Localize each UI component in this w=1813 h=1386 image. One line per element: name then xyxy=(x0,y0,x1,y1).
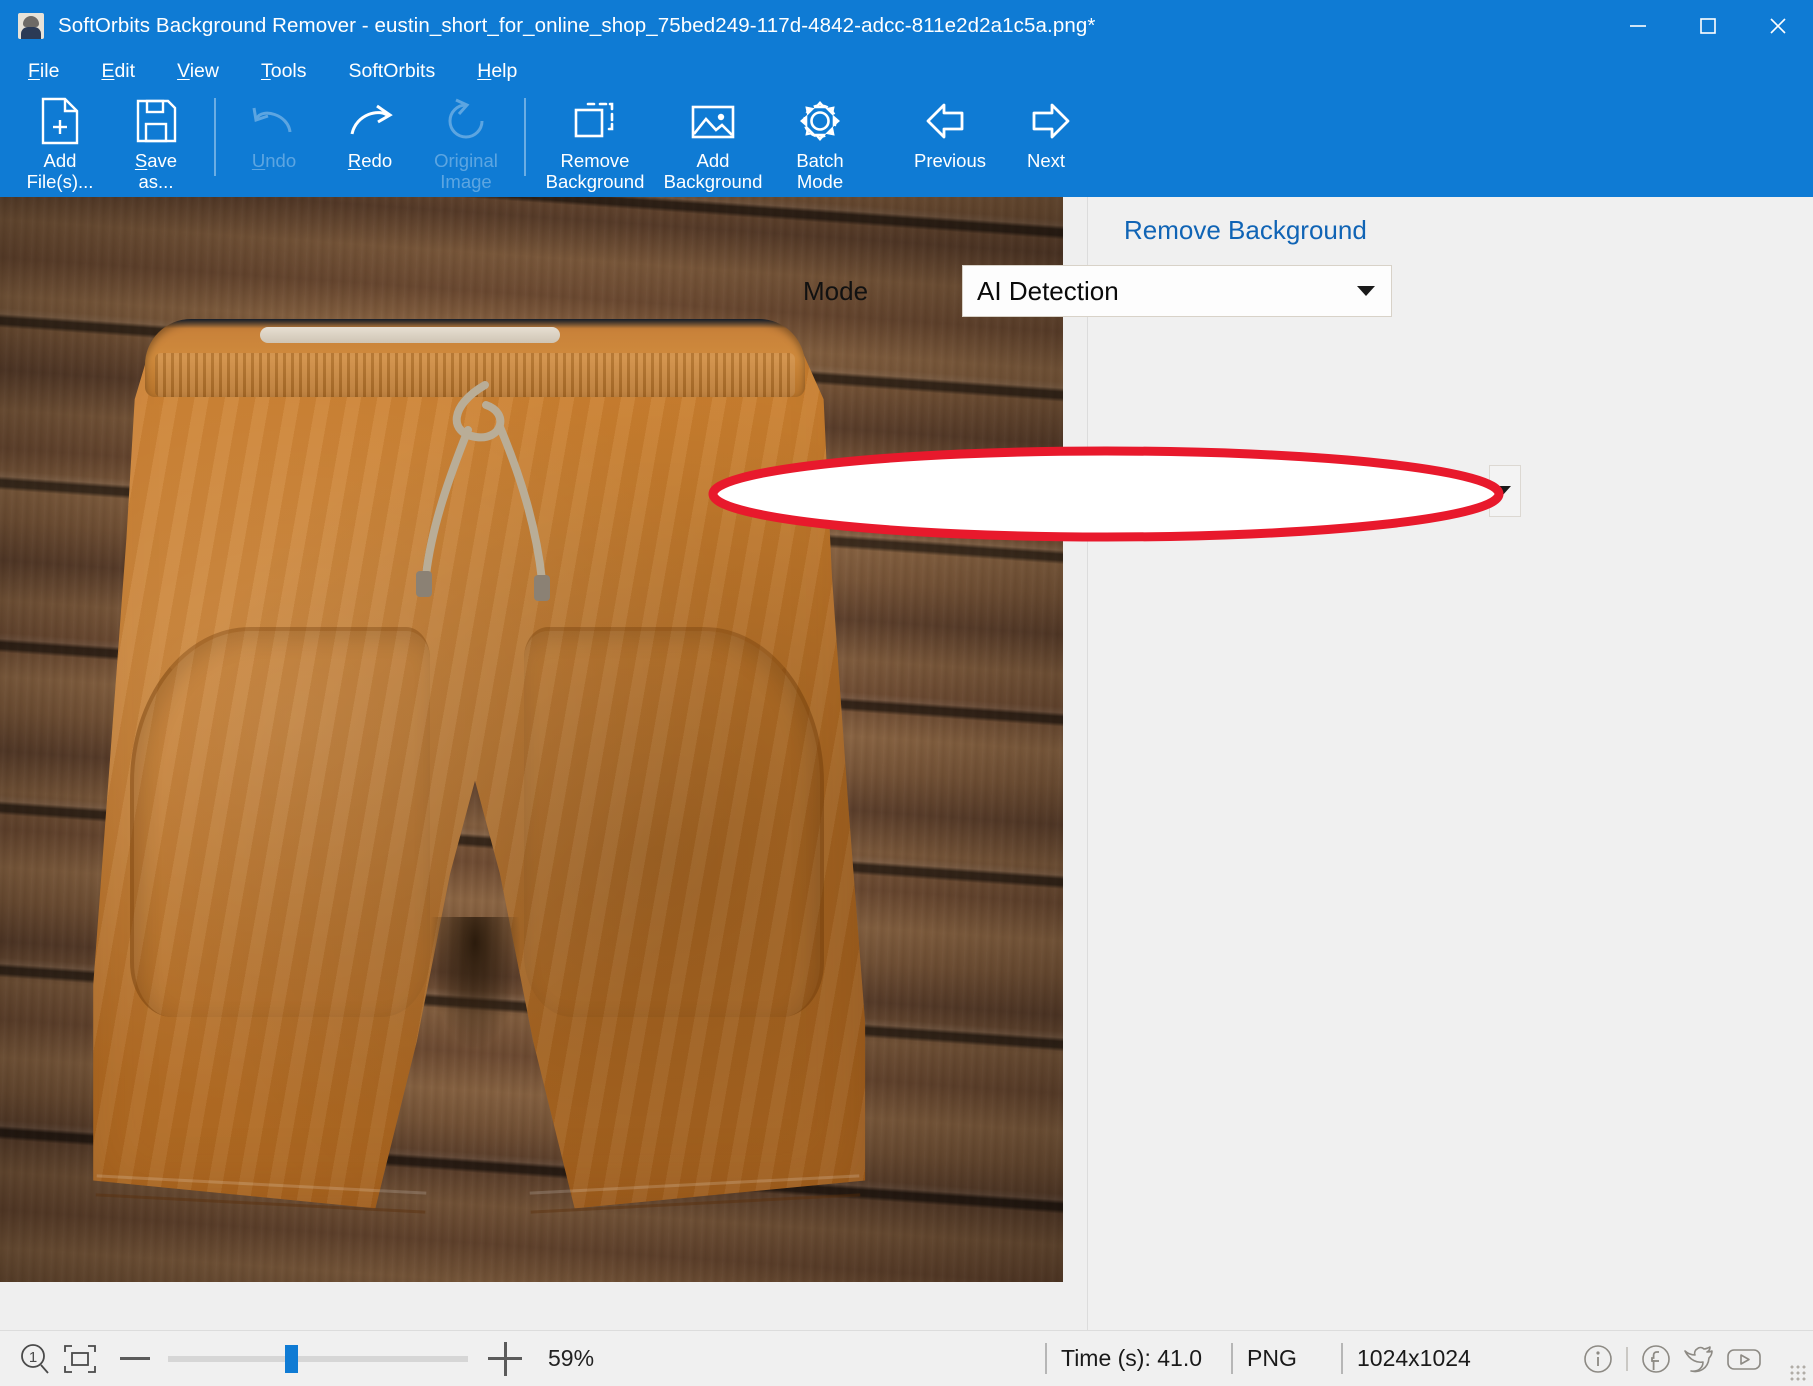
shorts-waistband-liner xyxy=(260,327,560,343)
toolbar-previous-label: Previous xyxy=(914,150,986,171)
application-window: SoftOrbits Background Remover - eustin_s… xyxy=(0,0,1813,1386)
toolbar-next-label: Next xyxy=(1027,150,1065,171)
toolbar-batch-mode[interactable]: Batch Mode xyxy=(772,90,868,192)
toolbar-separator-1 xyxy=(214,98,216,176)
toolbar-original-image: Original Image xyxy=(418,90,514,192)
toolbar-save-as[interactable]: Saveas... xyxy=(108,90,204,192)
shorts-drawstring xyxy=(390,375,600,605)
toolbar-add-files[interactable]: Add File(s)... xyxy=(12,90,108,192)
zoom-out-button[interactable] xyxy=(120,1357,150,1360)
zoom-1-to-1-icon[interactable]: 1 xyxy=(18,1342,52,1376)
undo-icon xyxy=(248,96,300,146)
tool-panel: Remove Background Mode AI Detection xyxy=(1087,197,1813,1330)
twitter-icon[interactable] xyxy=(1677,1342,1721,1376)
menu-item-help-rest: elp xyxy=(491,60,517,82)
toolbar-remove-background[interactable]: Remove Background xyxy=(536,90,654,192)
facebook-icon[interactable] xyxy=(1635,1342,1677,1376)
menu-item-file-rest: ile xyxy=(40,60,60,82)
canvas-right-margin xyxy=(1063,197,1087,1330)
close-button[interactable] xyxy=(1743,0,1813,52)
add-file-icon xyxy=(37,96,83,146)
window-title: SoftOrbits Background Remover - eustin_s… xyxy=(58,14,1095,38)
original-image-icon xyxy=(440,96,492,146)
toolbar-redo-label: Redo xyxy=(348,150,392,171)
menu-item-edit[interactable]: Edit xyxy=(97,58,139,85)
mode-dropdown[interactable]: AI Detection xyxy=(962,265,1392,317)
save-icon xyxy=(133,96,179,146)
svg-text:1: 1 xyxy=(29,1349,37,1366)
toolbar: Add File(s)... Saveas... Undo xyxy=(0,90,1813,197)
shorts-crotch-shadow xyxy=(430,917,520,1047)
toolbar-add-background[interactable]: Add Background xyxy=(654,90,772,192)
shorts-pocket-left xyxy=(130,627,430,1017)
toolbar-original-image-label: Original Image xyxy=(434,150,498,192)
menu-item-view-rest: iew xyxy=(190,60,219,82)
chevron-down-icon-secondary xyxy=(1493,486,1511,496)
toolbar-previous[interactable]: Previous xyxy=(902,90,998,171)
separator-icon xyxy=(1619,1344,1635,1374)
mode-row: Mode AI Detection xyxy=(803,265,1392,317)
mode-label: Mode xyxy=(803,276,868,307)
remove-background-icon xyxy=(570,96,620,146)
toolbar-next[interactable]: Next xyxy=(998,90,1094,171)
shorts-pocket-right xyxy=(524,627,824,1017)
menu-item-tools-rest: ools xyxy=(271,60,307,82)
mode-dropdown-secondary-arrow[interactable] xyxy=(1489,465,1521,517)
chevron-down-icon xyxy=(1357,286,1375,296)
redo-icon xyxy=(344,96,396,146)
toolbar-add-background-label: Add Background xyxy=(664,150,763,192)
toolbar-undo: Undo xyxy=(226,90,322,171)
zoom-percent-label: 59% xyxy=(548,1345,594,1372)
toolbar-remove-background-label: Remove Background xyxy=(546,150,645,192)
main-area: Remove Background Mode AI Detection xyxy=(0,197,1813,1330)
previous-arrow-icon xyxy=(922,96,978,146)
toolbar-save-as-label: Saveas... xyxy=(135,150,177,192)
status-bar: 1 59% Time (s): 41.0 PNG 1024x1024 xyxy=(0,1330,1813,1386)
add-background-icon xyxy=(688,96,738,146)
canvas-bottom-margin xyxy=(0,1282,1087,1330)
toolbar-add-files-label: Add File(s)... xyxy=(27,150,94,192)
info-icon[interactable] xyxy=(1577,1342,1619,1376)
status-fields: Time (s): 41.0 PNG 1024x1024 xyxy=(1045,1343,1541,1374)
zoom-in-button[interactable] xyxy=(488,1342,522,1376)
menu-item-help[interactable]: Help xyxy=(473,58,521,85)
toolbar-separator-2 xyxy=(524,98,526,176)
zoom-slider[interactable] xyxy=(168,1356,468,1362)
menu-item-view[interactable]: View xyxy=(173,58,223,85)
zoom-slider-thumb[interactable] xyxy=(285,1345,298,1373)
batch-mode-icon xyxy=(795,96,845,146)
social-links xyxy=(1577,1342,1767,1376)
status-format: PNG xyxy=(1231,1343,1341,1374)
panel-title: Remove Background xyxy=(1124,215,1367,246)
toolbar-batch-mode-label: Batch Mode xyxy=(796,150,843,192)
menu-item-tools[interactable]: Tools xyxy=(257,58,311,85)
resize-grip[interactable] xyxy=(1789,1364,1807,1382)
minimize-button[interactable] xyxy=(1603,0,1673,52)
menu-bar: File Edit View Tools SoftOrbits Help xyxy=(0,52,1813,90)
app-logo-icon xyxy=(18,13,44,39)
preview-image xyxy=(0,197,1063,1282)
shorts-garment xyxy=(60,297,890,1227)
menu-item-file[interactable]: File xyxy=(24,58,63,85)
maximize-button[interactable] xyxy=(1673,0,1743,52)
next-arrow-icon xyxy=(1018,96,1074,146)
mode-dropdown-value: AI Detection xyxy=(977,276,1357,307)
menu-item-edit-rest: dit xyxy=(114,60,135,82)
youtube-icon[interactable] xyxy=(1721,1342,1767,1376)
fit-to-screen-icon[interactable] xyxy=(62,1342,98,1376)
title-bar: SoftOrbits Background Remover - eustin_s… xyxy=(0,0,1813,52)
toolbar-redo[interactable]: Redo xyxy=(322,90,418,171)
toolbar-undo-label: Undo xyxy=(252,150,296,171)
status-dimensions: 1024x1024 xyxy=(1341,1343,1541,1374)
status-time: Time (s): 41.0 xyxy=(1045,1343,1231,1374)
window-controls xyxy=(1603,0,1813,52)
image-canvas[interactable] xyxy=(0,197,1087,1330)
menu-item-softorbits[interactable]: SoftOrbits xyxy=(345,58,440,85)
